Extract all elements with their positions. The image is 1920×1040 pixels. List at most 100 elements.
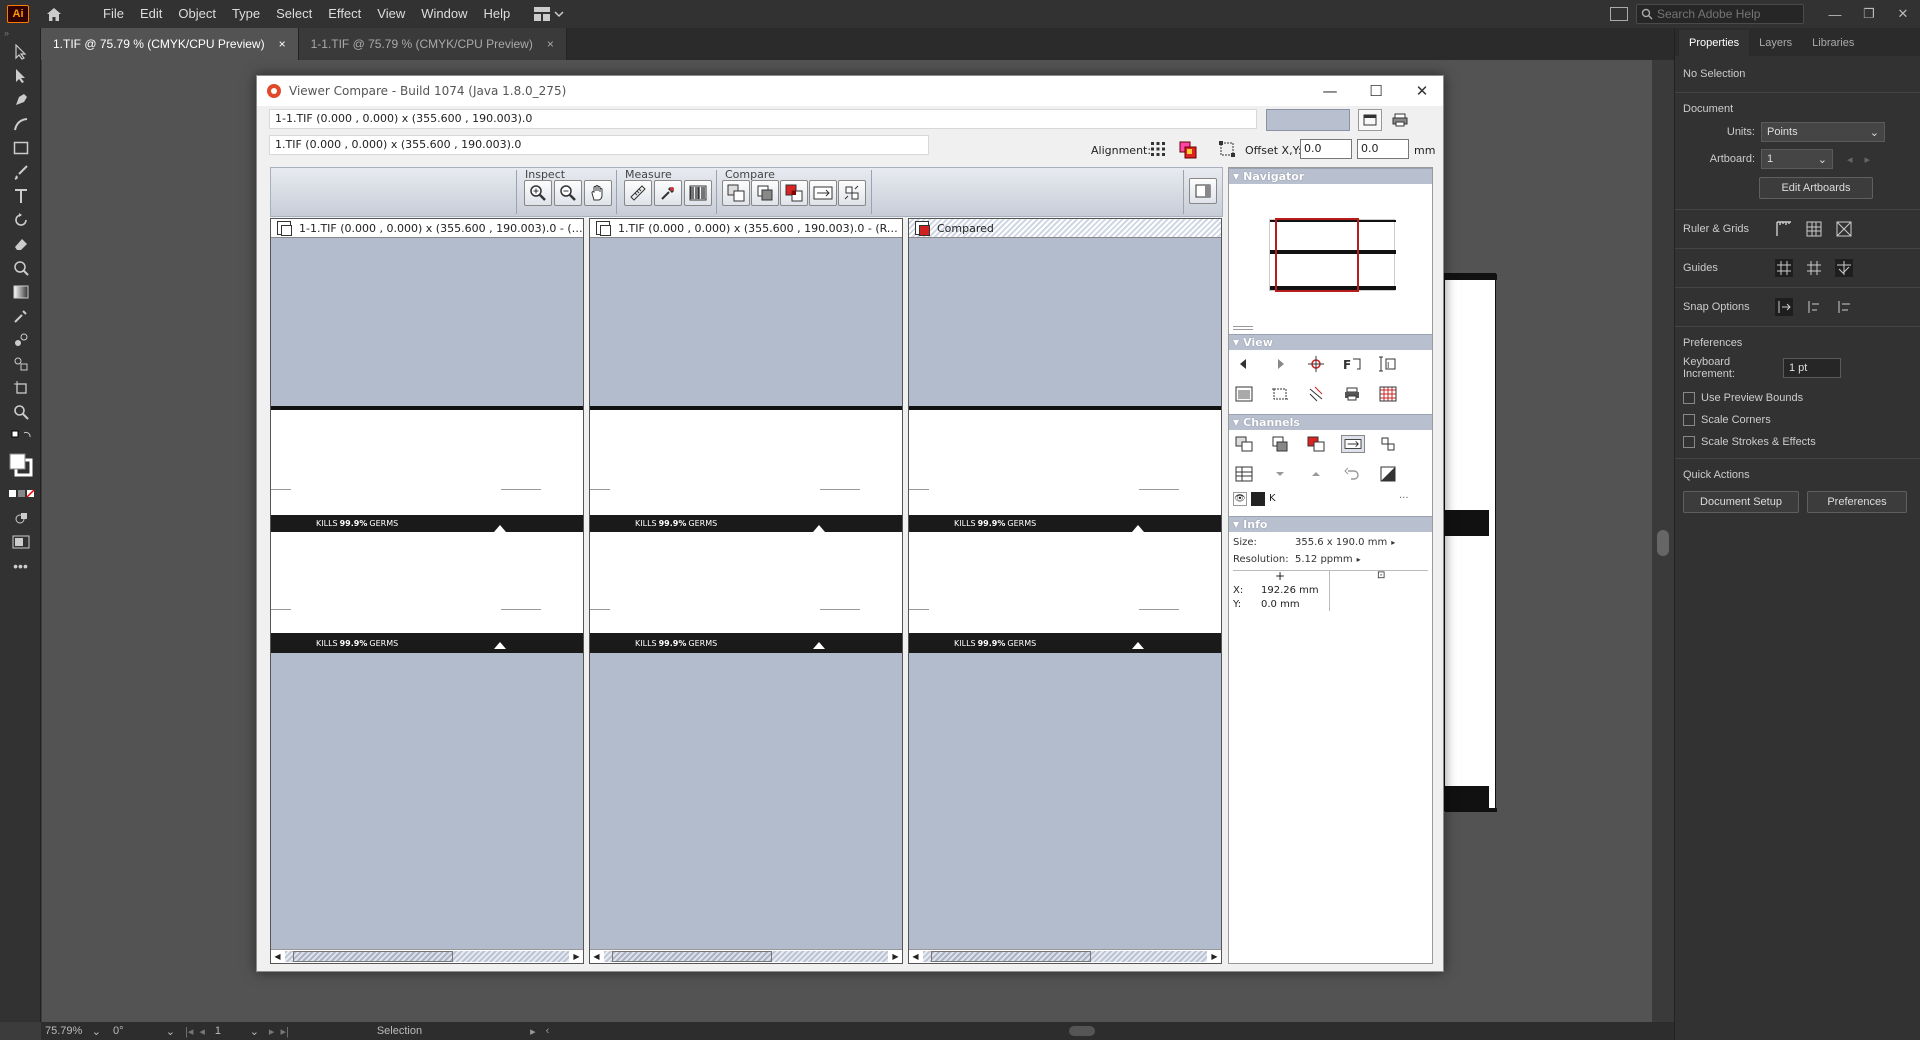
tab-libraries[interactable]: Libraries xyxy=(1802,30,1864,56)
prev-view-icon[interactable] xyxy=(1235,356,1253,372)
draw-mode-icon[interactable] xyxy=(0,506,41,530)
channel-up-icon[interactable] xyxy=(1307,466,1325,482)
print-view-icon[interactable] xyxy=(1343,386,1361,402)
menu-edit[interactable]: Edit xyxy=(132,0,170,28)
workspace-switcher[interactable] xyxy=(534,7,564,21)
zoom-out-button[interactable] xyxy=(554,180,582,206)
scroll-thumb[interactable] xyxy=(1657,530,1669,556)
minimize-button[interactable]: — xyxy=(1818,0,1852,28)
zoom-tool-icon[interactable] xyxy=(0,400,41,424)
selection-tool-icon[interactable] xyxy=(0,40,41,64)
offset-box-icon[interactable] xyxy=(1219,141,1235,157)
size-arrow-icon[interactable]: ▸ xyxy=(1391,538,1395,547)
fit-height-icon[interactable]: I xyxy=(1379,356,1397,372)
hscroll-left-icon[interactable]: ‹ xyxy=(546,1025,550,1037)
navigator-resize-grip[interactable] xyxy=(1233,326,1253,330)
viewer-close-button[interactable]: ✕ xyxy=(1399,76,1445,106)
pan-button[interactable] xyxy=(584,180,612,206)
grid-icon[interactable] xyxy=(1805,220,1823,238)
channel-table-icon[interactable] xyxy=(1235,466,1253,482)
next-artboard-icon[interactable]: ▸ xyxy=(269,1025,275,1038)
reference-file-field[interactable]: 1.TIF (0.000 , 0.000) x (355.600 , 190.0… xyxy=(269,135,929,155)
fill-stroke-swatch-icon[interactable] xyxy=(0,448,41,482)
hscroll-thumb[interactable] xyxy=(1069,1026,1096,1036)
gradient-tool-icon[interactable] xyxy=(0,280,41,304)
offset-x-input[interactable]: 0.0 xyxy=(1300,139,1352,159)
current-image-pane[interactable]: 1-1.TIF (0.000 , 0.000) x (355.600 , 190… xyxy=(270,218,584,964)
offset-y-input[interactable]: 0.0 xyxy=(1357,139,1409,159)
channel-overlay-icon[interactable] xyxy=(1235,436,1253,452)
paintbrush-tool-icon[interactable] xyxy=(0,160,41,184)
compare-difference-button[interactable] xyxy=(751,180,779,206)
view-header[interactable]: ▼ View xyxy=(1229,334,1432,350)
show-guides-icon[interactable] xyxy=(1775,259,1793,277)
grid-overlay-icon[interactable] xyxy=(1379,386,1397,402)
scroll-right-icon[interactable]: ▶ xyxy=(570,950,583,963)
pane-horizontal-scrollbar[interactable]: ◀ ▶ xyxy=(909,949,1221,963)
scroll-right-icon[interactable]: ▶ xyxy=(1208,950,1221,963)
canvas-vertical-scrollbar[interactable] xyxy=(1652,60,1674,1022)
status-menu-arrow-icon[interactable]: ▸ xyxy=(530,1025,536,1038)
navigator-preview[interactable] xyxy=(1229,184,1432,334)
compared-image-pane[interactable]: Compared KILLS 99.9% GERMS KILLS 99.9% GERMS… xyxy=(908,218,1222,964)
pane-horizontal-scrollbar[interactable]: ◀ ▶ xyxy=(590,949,902,963)
channel-difference-icon[interactable] xyxy=(1271,436,1289,452)
preferences-button[interactable]: Preferences xyxy=(1807,491,1907,513)
eyedropper-tool-icon[interactable] xyxy=(0,304,41,328)
snap-to-glyph-icon[interactable] xyxy=(1835,298,1853,316)
tab-1-tif[interactable]: 1.TIF @ 75.79 % (CMYK/CPU Preview) × xyxy=(41,28,299,60)
scroll-left-icon[interactable]: ◀ xyxy=(590,950,603,963)
tab-close-icon[interactable]: × xyxy=(547,37,554,51)
tab-properties[interactable]: Properties xyxy=(1679,30,1750,56)
channel-visibility-eye-icon[interactable]: 👁 xyxy=(1233,492,1247,506)
menu-window[interactable]: Window xyxy=(413,0,475,28)
densitometer-button[interactable] xyxy=(654,180,682,206)
zoom-in-button[interactable] xyxy=(524,180,552,206)
shape-builder-tool-icon[interactable] xyxy=(0,256,41,280)
rotate-view-icon[interactable] xyxy=(1307,386,1325,402)
keyboard-increment-input[interactable]: 1 pt xyxy=(1783,358,1841,378)
viewer-minimize-button[interactable]: — xyxy=(1307,76,1353,106)
tab-1-1-tif[interactable]: 1-1.TIF @ 75.79 % (CMYK/CPU Preview) × xyxy=(298,28,567,60)
snap-to-pixel-icon[interactable] xyxy=(1805,298,1823,316)
artboard-tool-icon[interactable] xyxy=(0,376,41,400)
menu-object[interactable]: Object xyxy=(170,0,224,28)
transparency-grid-icon[interactable] xyxy=(1835,220,1853,238)
prev-artboard-icon[interactable]: ◂ xyxy=(199,1025,205,1038)
default-colors-icon[interactable] xyxy=(0,424,41,448)
channel-invert-icon[interactable] xyxy=(1379,466,1397,482)
smart-guides-icon[interactable] xyxy=(1835,259,1853,277)
current-file-field[interactable]: 1-1.TIF (0.000 , 0.000) x (355.600 , 190… xyxy=(269,109,1257,129)
channel-undo-icon[interactable] xyxy=(1343,466,1361,482)
search-box[interactable] xyxy=(1636,4,1804,24)
ruler-icon[interactable] xyxy=(1775,220,1793,238)
fit-window-icon[interactable] xyxy=(1235,386,1253,402)
menu-view[interactable]: View xyxy=(369,0,413,28)
reference-image-pane[interactable]: 1.TIF (0.000 , 0.000) x (355.600 , 190.0… xyxy=(589,218,903,964)
scroll-thumb[interactable] xyxy=(931,951,1091,962)
restore-button[interactable]: ❐ xyxy=(1852,0,1886,28)
compare-mode-button[interactable] xyxy=(809,180,837,206)
barcode-button[interactable] xyxy=(684,180,712,206)
navigator-header[interactable]: ▼ Navigator xyxy=(1229,168,1432,184)
measure-ruler-button[interactable] xyxy=(624,180,652,206)
symbol-sprayer-tool-icon[interactable] xyxy=(0,352,41,376)
color-swatch-button[interactable] xyxy=(1266,109,1350,131)
compare-overlay-button[interactable] xyxy=(722,180,750,206)
toggle-side-panel-button[interactable] xyxy=(1189,178,1217,204)
compare-highlight-button[interactable] xyxy=(780,180,808,206)
curvature-tool-icon[interactable] xyxy=(0,112,41,136)
units-select[interactable]: Points ⌄ xyxy=(1761,122,1885,142)
menu-select[interactable]: Select xyxy=(268,0,320,28)
direct-selection-tool-icon[interactable] xyxy=(0,64,41,88)
pen-tool-icon[interactable] xyxy=(0,88,41,112)
home-icon[interactable] xyxy=(43,3,65,25)
close-button[interactable]: ✕ xyxy=(1886,0,1920,28)
viewer-title-bar[interactable]: Viewer Compare - Build 1074 (Java 1.8.0_… xyxy=(257,76,1443,106)
resolution-arrow-icon[interactable]: ▸ xyxy=(1357,555,1361,564)
channel-more-icon[interactable]: ... xyxy=(1399,490,1409,501)
rotate-tool-icon[interactable] xyxy=(0,208,41,232)
rectangle-tool-icon[interactable] xyxy=(0,136,41,160)
prev-artboard-icon[interactable]: ◂ xyxy=(1847,153,1853,166)
rotation-field[interactable]: 0° ⌄ xyxy=(109,1023,179,1039)
